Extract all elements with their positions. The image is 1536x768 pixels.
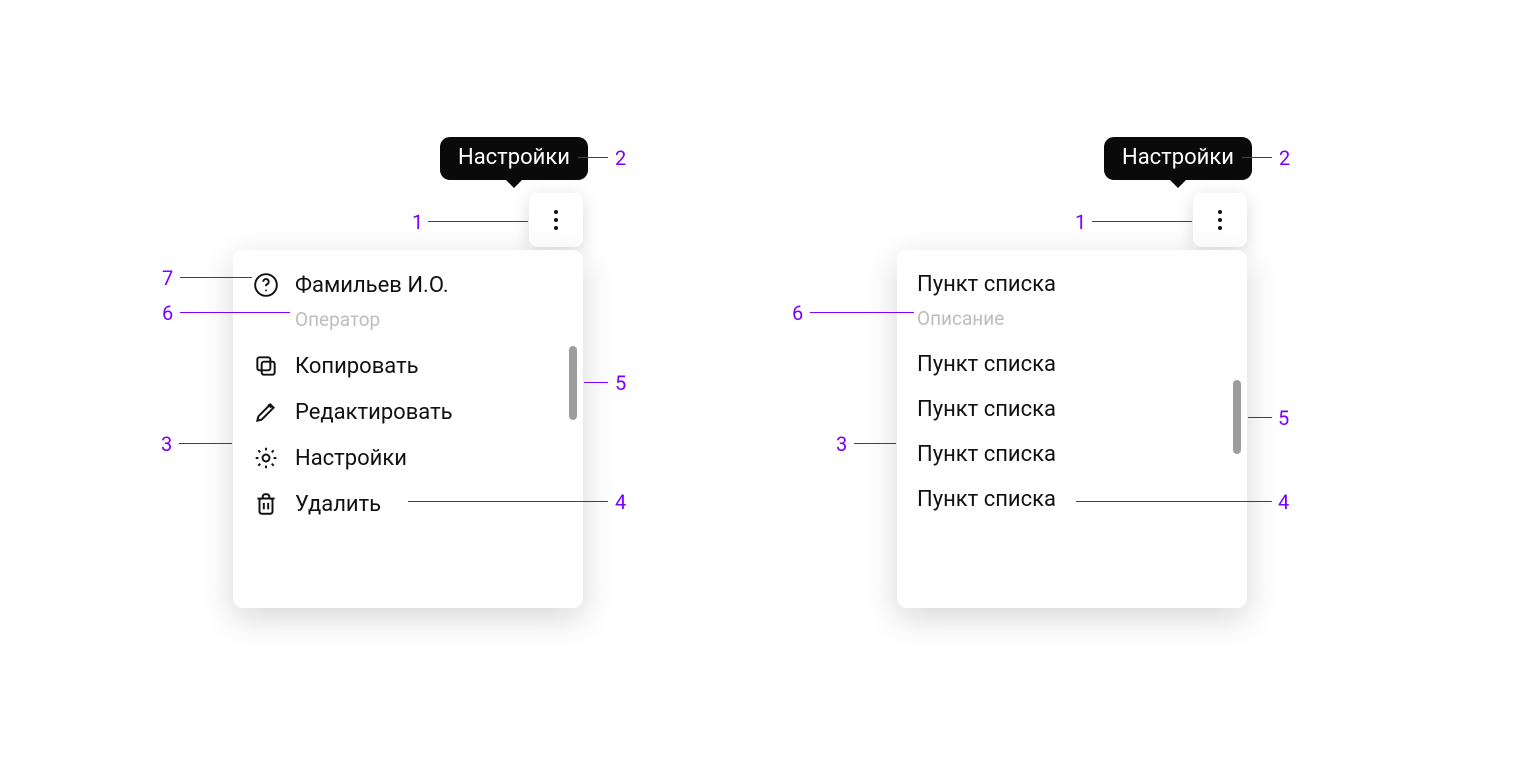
annotation-3-right: 3 — [836, 432, 847, 456]
annotation-5-right: 5 — [1278, 406, 1289, 430]
menu-item-label: Редактировать — [295, 400, 453, 425]
menu-header-item[interactable]: Фамильев И.О. — [233, 262, 583, 308]
annotation-6-right: 6 — [792, 301, 803, 325]
annotation-2-left: 2 — [615, 146, 626, 170]
kebab-icon — [554, 210, 558, 230]
menu-item-settings[interactable]: Настройки — [233, 435, 583, 481]
annotation-4-right: 4 — [1278, 490, 1289, 514]
annotation-line — [1242, 157, 1272, 158]
menu-item-label: Настройки — [295, 446, 407, 471]
menu-item-label: Пункт списка — [917, 397, 1056, 422]
trash-icon — [253, 491, 279, 517]
annotation-3-left: 3 — [161, 432, 172, 456]
annotation-7-left: 7 — [162, 266, 173, 290]
menu-header-subtitle: Описание — [897, 307, 1247, 342]
menu-header-title: Фамильев И.О. — [295, 273, 449, 298]
annotation-6-left: 6 — [162, 301, 173, 325]
menu-item-generic[interactable]: Пункт списка — [897, 432, 1247, 477]
annotation-line — [854, 443, 896, 444]
kebab-button-left[interactable] — [529, 193, 583, 247]
annotation-line — [584, 382, 608, 383]
annotation-line — [810, 312, 914, 313]
menu-item-label: Пункт списка — [917, 352, 1056, 377]
kebab-button-right[interactable] — [1193, 193, 1247, 247]
menu-item-generic[interactable]: Пункт списка — [897, 342, 1247, 387]
menu-item-label: Пункт списка — [917, 487, 1056, 512]
dropdown-menu-left: Фамильев И.О. Оператор Копировать Редакт… — [233, 250, 583, 608]
scrollbar-thumb[interactable] — [1233, 380, 1241, 454]
gear-icon — [253, 445, 279, 471]
tooltip-settings-right: Настройки — [1104, 137, 1252, 180]
dropdown-menu-right: Пункт списка Описание Пункт списка Пункт… — [897, 250, 1247, 608]
question-circle-icon — [253, 272, 279, 298]
menu-item-generic[interactable]: Пункт списка — [897, 477, 1247, 522]
annotation-1-right: 1 — [1075, 210, 1086, 234]
annotation-line — [1092, 221, 1192, 222]
menu-header-subtitle: Оператор — [233, 308, 583, 343]
pencil-icon — [253, 399, 279, 425]
annotation-5-left: 5 — [615, 371, 626, 395]
menu-item-generic[interactable]: Пункт списка — [897, 387, 1247, 432]
annotation-2-right: 2 — [1279, 146, 1290, 170]
annotation-line — [408, 501, 608, 502]
menu-item-label: Копировать — [295, 354, 419, 379]
annotation-line — [428, 221, 528, 222]
menu-item-label: Пункт списка — [917, 442, 1056, 467]
menu-header-item[interactable]: Пункт списка — [897, 262, 1247, 307]
menu-item-copy[interactable]: Копировать — [233, 343, 583, 389]
menu-item-label: Удалить — [295, 492, 381, 517]
annotation-line — [1076, 501, 1272, 502]
annotation-line — [180, 312, 290, 313]
annotation-line — [180, 277, 252, 278]
kebab-icon — [1218, 210, 1222, 230]
menu-item-delete[interactable]: Удалить — [233, 481, 583, 527]
menu-header-title: Пункт списка — [917, 272, 1056, 297]
annotation-line — [1248, 417, 1272, 418]
copy-icon — [253, 353, 279, 379]
annotation-line — [179, 443, 232, 444]
annotation-line — [578, 157, 608, 158]
annotation-1-left: 1 — [412, 210, 423, 234]
tooltip-settings-left: Настройки — [440, 137, 588, 180]
annotation-4-left: 4 — [615, 490, 626, 514]
tooltip-label: Настройки — [1122, 145, 1234, 170]
menu-item-edit[interactable]: Редактировать — [233, 389, 583, 435]
scrollbar-thumb[interactable] — [569, 346, 577, 420]
tooltip-label: Настройки — [458, 145, 570, 170]
